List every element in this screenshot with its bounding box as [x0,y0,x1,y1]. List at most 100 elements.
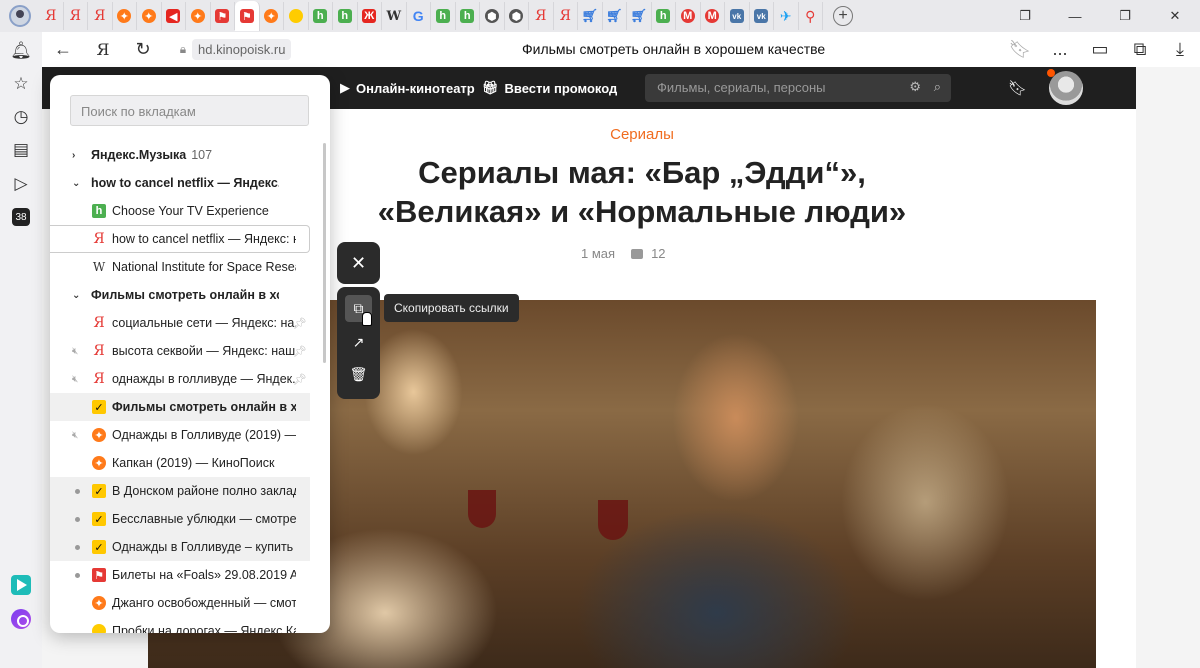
tab-item-active[interactable]: ✓ Фильмы смотреть онлайн в хор... [50,393,310,421]
browser-tab[interactable]: Я [529,2,554,30]
new-tab-button[interactable]: + [833,6,853,26]
browser-tab[interactable]: ⚑ [235,1,260,31]
collections-icon[interactable]: ▤ [11,140,31,160]
browser-tab[interactable]: ⚲ [799,2,823,30]
browser-tab[interactable]: vk [750,2,774,30]
media-play-icon[interactable]: ▷ [11,174,31,194]
tab-item[interactable]: Пробки на дорогах — Яндекс.Кар... [50,617,310,633]
tab-item[interactable]: h Choose Your TV Experience [50,197,310,225]
browser-tab[interactable]: ⬢ [480,2,505,30]
close-selection-button[interactable]: ✕ [337,242,380,284]
browser-tab[interactable]: ✦ [186,2,211,30]
trash-icon[interactable]: 🗑︎ [345,361,372,388]
tab-item[interactable]: ✓ Однажды в Голливуде – купить б... [50,533,310,561]
browser-tab[interactable]: ✦ [137,2,162,30]
browser-tab[interactable]: W [382,2,407,30]
browser-tab[interactable]: Ж [358,2,382,30]
browser-tab[interactable]: Я [88,2,113,30]
checkbox-checked-icon[interactable]: ✓ [92,400,106,414]
tab-item[interactable]: ✦ Капкан (2019) — КиноПоиск [50,449,310,477]
tab-group[interactable]: ⌄ how to cancel netflix — Яндекс...3 [50,169,310,197]
browser-tab[interactable]: Я [39,2,64,30]
browser-tab[interactable]: M [676,2,701,30]
restore-icon[interactable]: ❐ [1100,0,1150,32]
wikipedia-favicon-icon: W [92,260,106,274]
tab-item[interactable]: Я how to cancel netflix — Яндекс: на... [50,225,310,253]
browser-tab[interactable]: ◀ [162,2,186,30]
comments-count[interactable]: 12 [631,246,665,261]
bookmark-icon[interactable]: 🔖︎ [1008,79,1027,97]
browser-tab[interactable]: Я [554,2,578,30]
tab-group[interactable]: ⌄ Фильмы смотреть онлайн в хо...38 [50,281,310,309]
search-icon[interactable]: ⌕ [934,79,941,95]
browser-tab[interactable]: h [333,2,358,30]
minimize-icon[interactable]: — [1050,0,1100,32]
video-app-icon[interactable] [11,575,31,595]
browser-tab[interactable]: 🛒︎ [603,2,627,30]
profile-avatar[interactable] [9,5,31,27]
pin-icon[interactable]: 📌︎ [293,345,307,358]
notifications-icon[interactable]: 🔔︎ [10,41,32,61]
close-window-icon[interactable]: ✕ [1150,0,1200,32]
extensions-icon[interactable]: ⧉ [1120,35,1160,65]
tab-collections-icon[interactable]: ❐ [1000,0,1050,32]
tab-item[interactable]: ⚑ Билеты на «Foals» 29.08.2019 Adr... [50,561,310,589]
tab-count-badge[interactable]: 38 [12,208,30,226]
nav-enter-promo[interactable]: 🎁︎ Ввести промокод [482,80,617,96]
tab-item[interactable]: 🔇︎ Я однажды в голливуде — Яндек... 📌︎ [50,365,310,393]
battery-saver-icon[interactable]: ▭ [1080,35,1120,65]
tab-item[interactable]: ✓ В Донском районе полно заклад... [50,477,310,505]
lock-icon[interactable]: 🔒︎ [176,42,190,57]
browser-tab[interactable]: M [701,2,725,30]
browser-tab[interactable]: h [652,2,676,30]
back-button[interactable]: ← [48,35,78,65]
tab-item[interactable]: W National Institute for Space Resear... [50,253,310,281]
tab-item[interactable]: Я социальные сети — Яндекс: на... 📌︎ [50,309,310,337]
browser-tab[interactable]: ⬢ [505,2,529,30]
more-menu-button[interactable]: ... [1040,35,1080,65]
kinopoisk-favicon-icon: ✦ [117,9,132,23]
browser-tab[interactable]: ✦ [260,2,284,30]
tab-group[interactable]: › Яндекс.Музыка 107 [50,141,310,169]
address-bar[interactable]: hd.kinopoisk.ru [192,39,292,60]
bookmark-page-icon[interactable]: 🔖︎ [1000,35,1040,65]
browser-tab[interactable]: ⚑ [211,2,235,30]
browser-tab[interactable]: ✈ [774,2,799,30]
yandex-favicon-icon: Я [93,315,105,331]
browser-tab[interactable]: G [407,2,431,30]
muted-speaker-icon[interactable]: 🔇︎ [72,346,78,357]
history-icon[interactable]: ◷ [11,107,31,127]
browser-tab[interactable]: vk [725,2,750,30]
bookmarks-star-icon[interactable]: ☆ [11,74,31,94]
browser-tab[interactable]: 🛒︎ [627,2,652,30]
reload-button[interactable]: ↻ [128,35,158,65]
tab-item[interactable]: 🔇︎ Я высота секвойи — Яндекс: наш... 📌︎ [50,337,310,365]
browser-tab[interactable]: h [309,2,333,30]
tab-item[interactable]: 🔇︎ ✦ Однажды в Голливуде (2019) — К... [50,421,310,449]
checkbox-checked-icon[interactable]: ✓ [92,540,106,554]
pin-icon[interactable]: 📌︎ [293,373,307,386]
checkbox-checked-icon[interactable]: ✓ [92,484,106,498]
filter-icon[interactable]: ⚙︎ [909,79,921,95]
user-avatar[interactable] [1047,69,1083,105]
browser-tab[interactable] [284,2,309,30]
pin-icon[interactable]: 📌︎ [293,317,307,330]
tab-item[interactable]: ✦ Джанго освобожденный — смот... [50,589,310,617]
browser-tab[interactable]: 🛒︎ [578,2,603,30]
tab-item[interactable]: ✓ Бесславные ублюдки — смотреть... [50,505,310,533]
tab-search-input[interactable]: Поиск по вкладкам [70,95,309,126]
muted-speaker-icon[interactable]: 🔇︎ [72,430,78,441]
browser-tab[interactable]: h [431,2,456,30]
yandex-home-button[interactable]: Я [88,35,118,65]
alice-assistant-icon[interactable] [11,609,31,629]
browser-tab[interactable]: h [456,2,480,30]
checkbox-checked-icon[interactable]: ✓ [92,512,106,526]
scrollbar[interactable] [323,143,326,363]
open-external-icon[interactable]: ↗ [345,329,372,356]
browser-tab[interactable]: Я [64,2,88,30]
downloads-icon[interactable]: ⤓ [1160,35,1200,65]
kinopoisk-search-input[interactable]: Фильмы, сериалы, персоны ⚙︎ ⌕ [645,74,951,102]
nav-online-cinema[interactable]: ▶ Онлайн-кинотеатр [340,80,475,96]
muted-speaker-icon[interactable]: 🔇︎ [72,374,78,385]
browser-tab[interactable]: ✦ [113,2,137,30]
